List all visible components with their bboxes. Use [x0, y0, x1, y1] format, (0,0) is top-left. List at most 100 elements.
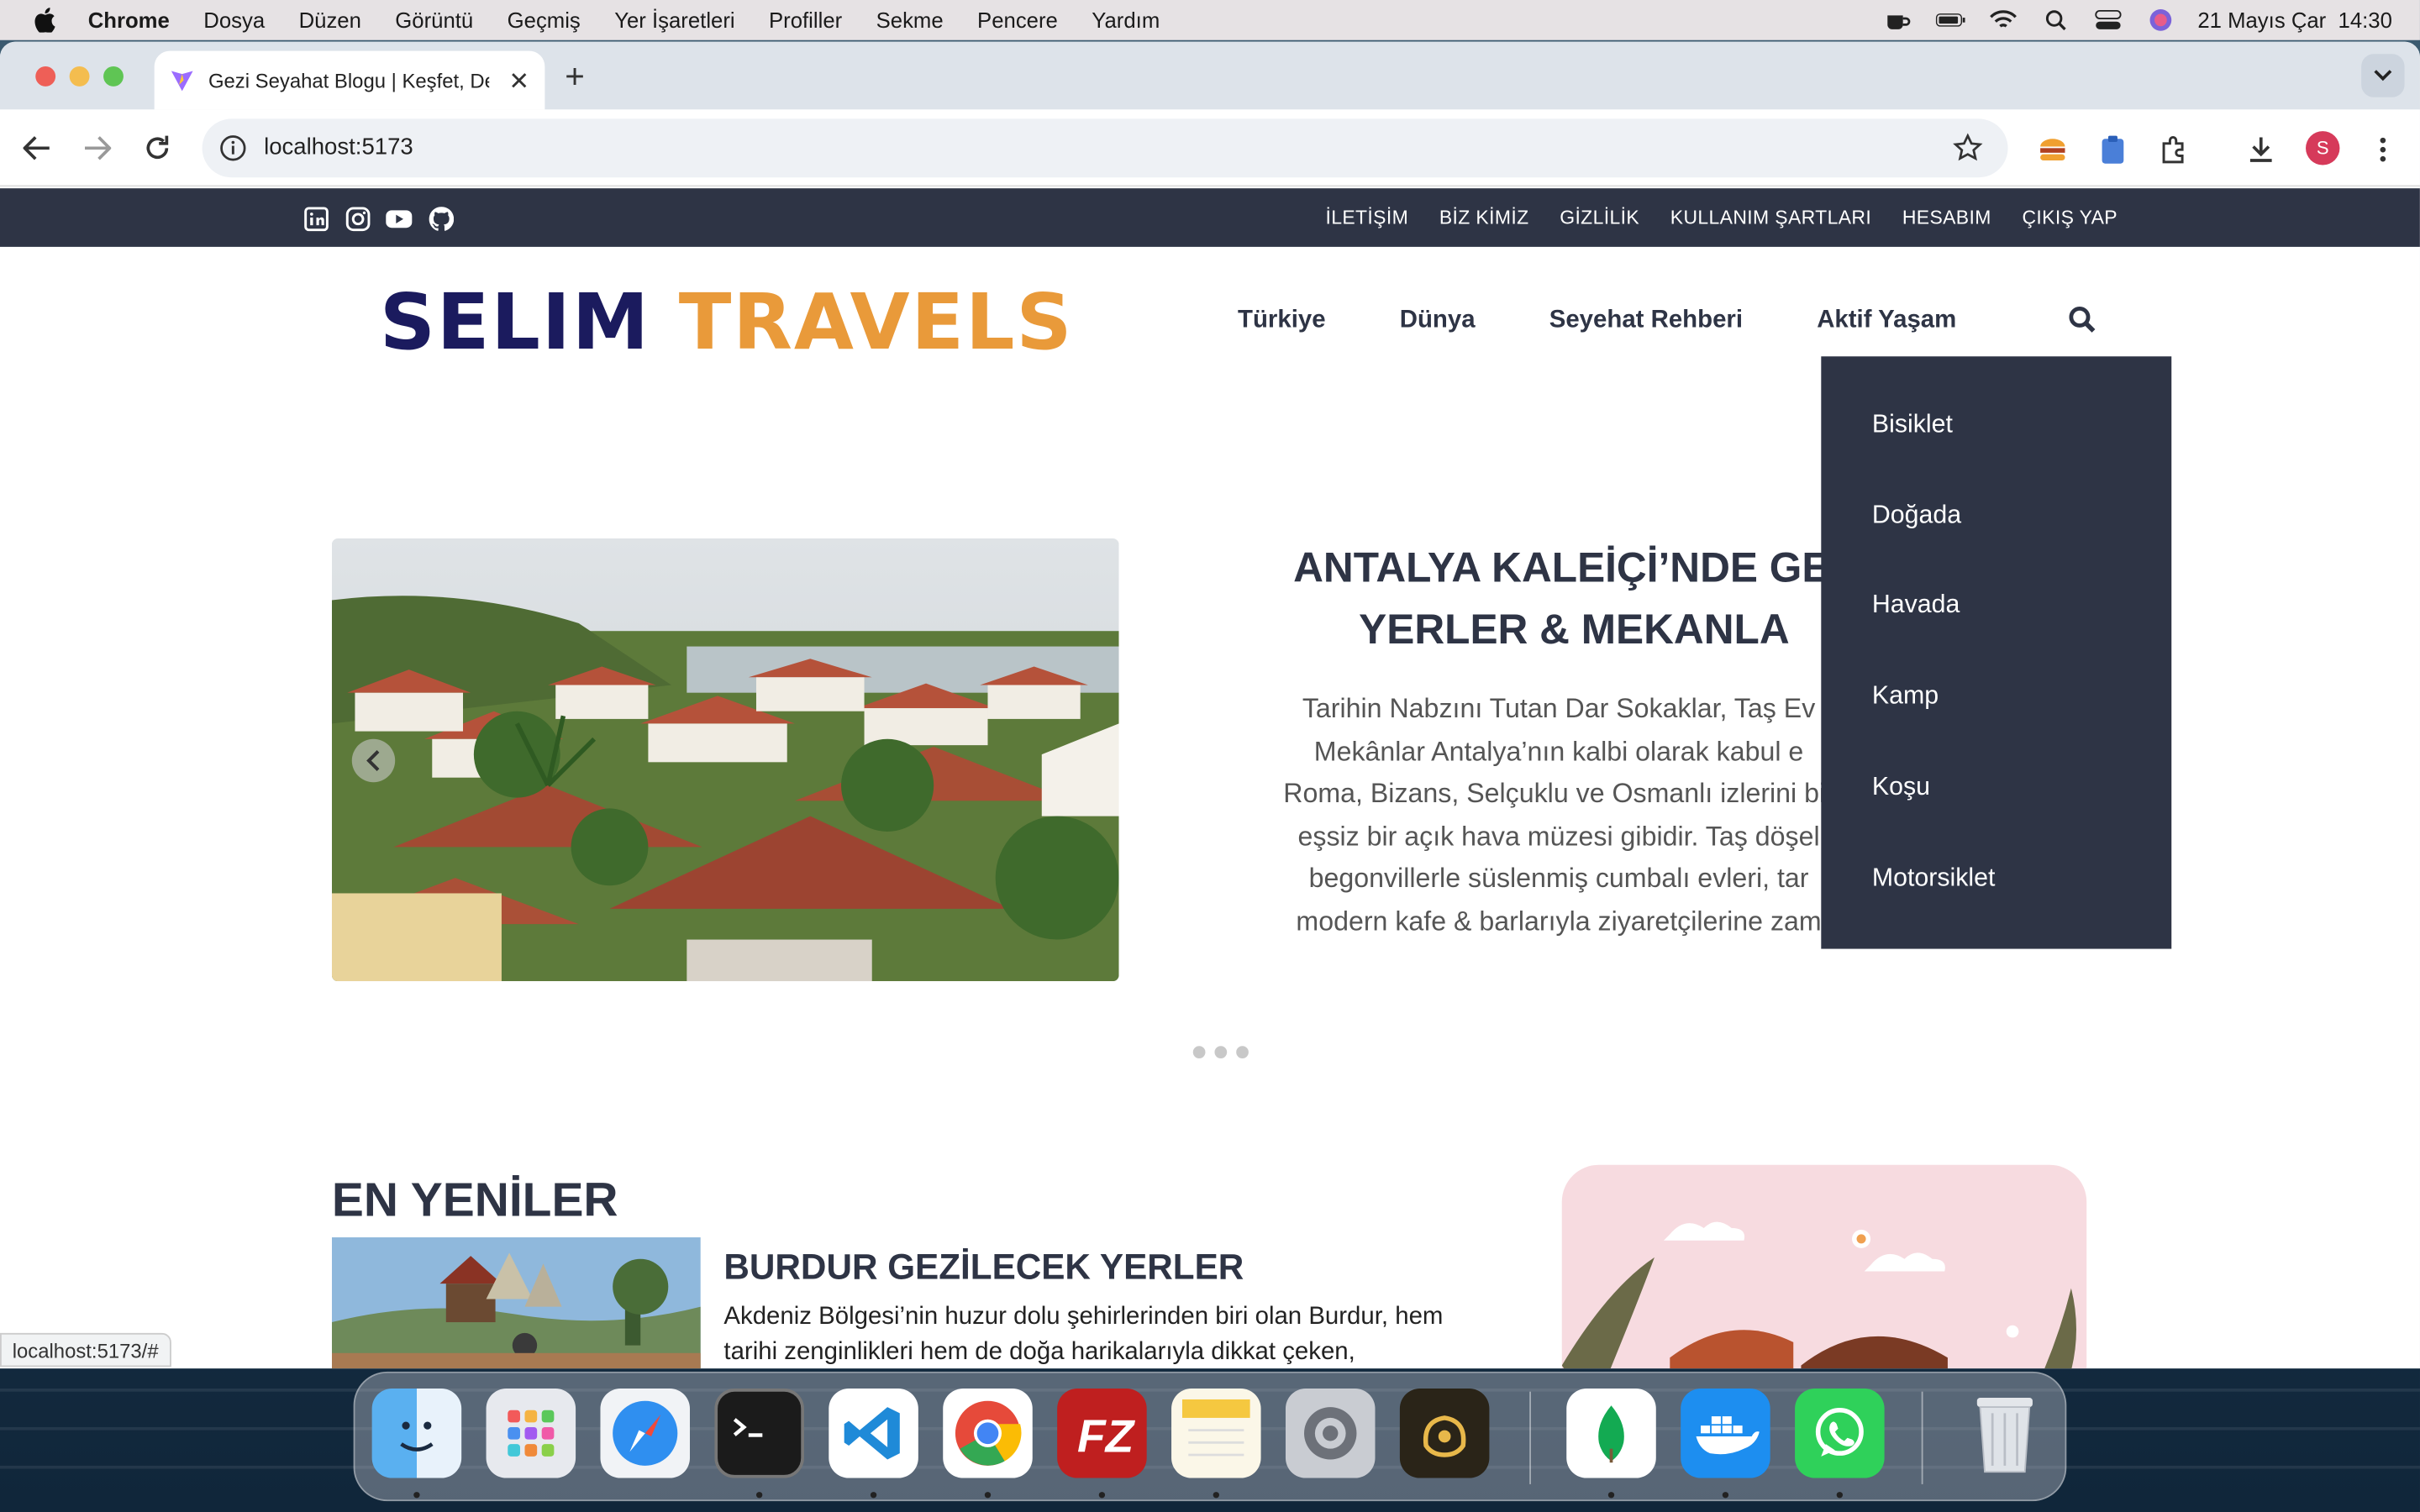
- close-window-button[interactable]: [35, 66, 56, 87]
- menu-gecmis[interactable]: Geçmiş: [508, 8, 581, 32]
- menu-goruntu[interactable]: Görüntü: [395, 8, 473, 32]
- close-tab-icon[interactable]: ✕: [508, 66, 529, 97]
- control-center-icon[interactable]: [2092, 9, 2123, 31]
- menu-bar: Chrome Dosya Düzen Görüntü Geçmiş Yer İş…: [0, 0, 2420, 40]
- hero-text-line: begonvillerle süslenmiş cumbalı evleri, …: [1308, 863, 1809, 895]
- clipboard-extension-icon[interactable]: [2096, 133, 2129, 166]
- dropdown-item-dogada[interactable]: Doğada: [1821, 470, 2171, 561]
- dropdown-item-bisiklet[interactable]: Bisiklet: [1821, 380, 2171, 470]
- terminal-icon[interactable]: [714, 1389, 804, 1478]
- carousel-dot[interactable]: [1236, 1046, 1249, 1058]
- linkedin-icon[interactable]: [302, 205, 329, 231]
- carousel-dot[interactable]: [1192, 1046, 1206, 1058]
- minimize-window-button[interactable]: [69, 66, 90, 87]
- menu-profiller[interactable]: Profiller: [769, 8, 842, 32]
- browser-window: Gezi Seyahat Blogu | Keşfet, Deneyimle ✕…: [0, 41, 2420, 1369]
- top-links: İLETİŞİM BİZ KİMİZ GİZLİLİK KULLANIM ŞAR…: [1325, 188, 2117, 247]
- section-title-latest: EN YENİLER: [331, 1172, 618, 1227]
- github-icon[interactable]: [428, 205, 454, 231]
- menu-dosya[interactable]: Dosya: [203, 8, 265, 32]
- menu-datetime[interactable]: 21 Mayıs Çar 14:30: [2197, 8, 2392, 32]
- aktif-yasam-dropdown: Bisiklet Doğada Havada Kamp Koşu Motorsi…: [1821, 356, 2172, 949]
- main-nav: Türkiye Dünya Seyehat Rehberi Aktif Yaşa…: [1238, 307, 1956, 335]
- chrome-icon[interactable]: [943, 1389, 1033, 1478]
- top-link-biz-kimiz[interactable]: BİZ KİMİZ: [1439, 207, 1529, 228]
- nav-turkiye[interactable]: Türkiye: [1238, 307, 1326, 335]
- forward-icon[interactable]: [81, 131, 114, 165]
- zoom-window-button[interactable]: [103, 66, 124, 87]
- spotlight-search-icon[interactable]: [2040, 9, 2071, 31]
- youtube-icon[interactable]: [386, 205, 413, 231]
- post-excerpt-line: Akdeniz Bölgesi’nin huzur dolu şehirleri…: [723, 1304, 1444, 1331]
- downloads-icon[interactable]: [2244, 133, 2278, 166]
- battery-icon[interactable]: [1935, 9, 1966, 31]
- coffee-icon[interactable]: [1883, 9, 1914, 31]
- carousel-dot[interactable]: [1214, 1046, 1228, 1058]
- nav-aktif-yasam[interactable]: Aktif Yaşam: [1817, 307, 1956, 335]
- browser-toolbar: localhost:5173 S: [0, 109, 2420, 187]
- profile-avatar[interactable]: S: [2306, 131, 2340, 165]
- site-info-icon[interactable]: [218, 133, 249, 164]
- wifi-icon[interactable]: [1988, 9, 2019, 31]
- post-title[interactable]: BURDUR GEZİLECEK YERLER: [723, 1247, 1244, 1289]
- browser-tab[interactable]: Gezi Seyahat Blogu | Keşfet, Deneyimle ✕: [154, 50, 545, 110]
- post-thumbnail[interactable]: [331, 1237, 701, 1369]
- tab-search-chevron-icon[interactable]: [2361, 54, 2405, 97]
- notes-icon[interactable]: [1171, 1389, 1261, 1478]
- hero-text-line: eşsiz bir açık hava müzesi gibidir. Taş …: [1297, 820, 1820, 852]
- mongodb-compass-icon[interactable]: [1566, 1389, 1656, 1478]
- whatsapp-icon[interactable]: [1795, 1389, 1885, 1478]
- carousel-dots: [1192, 1046, 1249, 1058]
- site-logo[interactable]: SELIM TRAVELS: [380, 278, 1074, 368]
- top-link-gizlilik[interactable]: GİZLİLİK: [1560, 207, 1639, 228]
- top-link-hesabim[interactable]: HESABIM: [1902, 207, 1991, 228]
- menu-duzen[interactable]: Düzen: [299, 8, 361, 32]
- nav-dunya[interactable]: Dünya: [1400, 307, 1476, 335]
- apple-icon[interactable]: [33, 8, 57, 33]
- dropdown-item-kamp[interactable]: Kamp: [1821, 652, 2171, 743]
- bookmark-star-icon[interactable]: [1952, 133, 1983, 164]
- system-settings-gear-icon[interactable]: [1285, 1389, 1376, 1478]
- menu-app-name[interactable]: Chrome: [88, 8, 170, 32]
- web-page: İLETİŞİM BİZ KİMİZ GİZLİLİK KULLANIM ŞAR…: [0, 188, 2420, 1369]
- dropdown-item-havada[interactable]: Havada: [1821, 561, 2171, 652]
- trash-icon[interactable]: [1960, 1389, 2050, 1478]
- carousel-prev-icon[interactable]: [351, 738, 396, 783]
- reload-icon[interactable]: [140, 131, 174, 165]
- screen: Chrome Dosya Düzen Görüntü Geçmiş Yer İş…: [0, 0, 2420, 1512]
- menu-pencere[interactable]: Pencere: [977, 8, 1058, 32]
- menu-yardim[interactable]: Yardım: [1092, 8, 1160, 32]
- top-link-kullanim-sartlari[interactable]: KULLANIM ŞARTLARI: [1670, 207, 1871, 228]
- menu-sekme[interactable]: Sekme: [876, 8, 944, 32]
- burger-extension-icon[interactable]: [2036, 133, 2070, 166]
- new-tab-icon[interactable]: +: [565, 57, 585, 97]
- hero-text-line: Roma, Bizans, Selçuklu ve Osmanlı izleri…: [1283, 778, 1834, 809]
- vite-favicon-icon: [170, 68, 194, 92]
- top-link-cikis-yap[interactable]: ÇIKIŞ YAP: [2022, 207, 2117, 228]
- sidebar-illustration-card: [1561, 1164, 2087, 1369]
- window-controls: [35, 66, 124, 87]
- instagram-icon[interactable]: [345, 205, 371, 231]
- post-excerpt: Akdeniz Bölgesi’nin huzur dolu şehirleri…: [723, 1299, 1518, 1369]
- navicat-icon[interactable]: [1399, 1389, 1490, 1478]
- filezilla-icon[interactable]: FZ: [1057, 1389, 1147, 1478]
- back-icon[interactable]: [20, 131, 54, 165]
- menu-yer-isaretleri[interactable]: Yer İşaretleri: [614, 8, 734, 32]
- launchpad-icon[interactable]: [486, 1389, 576, 1478]
- finder-icon[interactable]: [371, 1389, 462, 1478]
- nav-seyehat-rehberi[interactable]: Seyehat Rehberi: [1549, 307, 1743, 335]
- siri-icon[interactable]: [2145, 9, 2176, 31]
- dropdown-item-kosu[interactable]: Koşu: [1821, 743, 2171, 833]
- browser-menu-icon[interactable]: [2366, 133, 2400, 166]
- search-icon[interactable]: [2068, 306, 2096, 333]
- logo-part-1: SELIM: [379, 277, 650, 368]
- address-bar[interactable]: localhost:5173: [202, 118, 2008, 178]
- vscode-icon[interactable]: [829, 1389, 918, 1478]
- top-link-iletisim[interactable]: İLETİŞİM: [1325, 207, 1408, 228]
- hero-carousel-image[interactable]: [331, 538, 1119, 982]
- extensions-puzzle-icon[interactable]: [2158, 133, 2191, 166]
- docker-icon[interactable]: [1681, 1389, 1770, 1478]
- tab-title: Gezi Seyahat Blogu | Keşfet, Deneyimle: [208, 68, 489, 92]
- safari-icon[interactable]: [600, 1389, 691, 1478]
- dropdown-item-motorsiklet[interactable]: Motorsiklet: [1821, 833, 2171, 924]
